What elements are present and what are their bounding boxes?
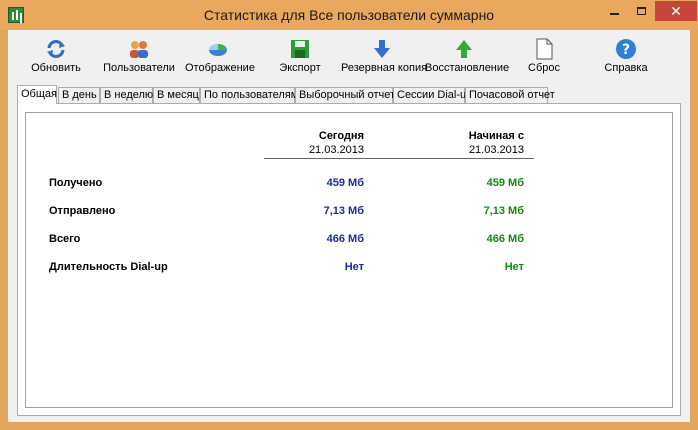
row-received-since: 459 Мб [486, 177, 524, 189]
arrow-up-icon [456, 40, 472, 58]
row-sent-since: 7,13 Мб [483, 205, 524, 217]
restore-label: Восстановление [425, 62, 510, 74]
app-window: Статистика для Все пользователи суммарно… [0, 0, 698, 430]
refresh-label: Обновить [31, 62, 81, 74]
column-today-title: Сегодня [318, 130, 364, 142]
tab-monthly[interactable]: В месяц [153, 87, 200, 103]
users-label: Пользователи [103, 62, 175, 74]
refresh-icon [47, 40, 65, 58]
stats-frame: Сегодня 21.03.2013 Начиная с 21.03.2013 … [25, 112, 673, 408]
client-area: Обновить Пользователи Отображение Экспор… [8, 30, 690, 422]
row-received-today: 459 Мб [326, 177, 364, 189]
tab-dialup-sessions[interactable]: Сессии Dial-up [393, 87, 472, 103]
maximize-icon [636, 7, 646, 15]
row-dialup-since: Нет [504, 261, 524, 273]
help-icon: ? [616, 39, 636, 59]
tab-weekly[interactable]: В неделю [100, 87, 153, 103]
row-sent-label: Отправлено [49, 205, 116, 217]
tab-panel-general: Сегодня 21.03.2013 Начиная с 21.03.2013 … [17, 103, 681, 416]
row-sent-today: 7,13 Мб [323, 205, 364, 217]
backup-button[interactable]: Резервная копия [341, 36, 428, 80]
floppy-disk-icon [291, 40, 309, 58]
tab-hourly-report[interactable]: Почасовой отчет [465, 87, 555, 103]
refresh-button[interactable]: Обновить [28, 36, 84, 80]
reset-button[interactable]: Сброс [524, 36, 564, 80]
row-dialup-today: Нет [344, 261, 364, 273]
column-today-date: 21.03.2013 [308, 144, 364, 156]
window-title: Статистика для Все пользователи суммарно [203, 7, 495, 23]
maximize-button[interactable] [628, 1, 654, 21]
blank-document-icon [536, 38, 553, 60]
row-dialup-label: Длительность Dial-up [49, 261, 168, 273]
close-icon: ✕ [670, 2, 682, 19]
display-button[interactable]: Отображение [185, 36, 255, 80]
minimize-icon [609, 13, 619, 15]
reset-label: Сброс [528, 62, 560, 74]
row-total-since: 466 Мб [486, 233, 524, 245]
header-divider [264, 158, 534, 159]
row-total-label: Всего [49, 233, 81, 245]
svg-text:?: ? [622, 42, 630, 58]
help-label: Справка [604, 62, 648, 74]
arrow-down-icon [374, 40, 390, 58]
close-button[interactable]: ✕ [655, 1, 697, 21]
row-received-label: Получено [49, 177, 103, 189]
toolbar: Обновить Пользователи Отображение Экспор… [8, 30, 690, 82]
minimize-button[interactable] [600, 1, 628, 21]
export-label: Экспорт [279, 62, 321, 74]
tab-general[interactable]: Общая [17, 85, 57, 104]
help-button[interactable]: ? Справка [602, 36, 650, 80]
column-since-date: 21.03.2013 [468, 144, 524, 156]
users-icon [130, 41, 148, 58]
backup-label: Резервная копия [341, 62, 428, 74]
tab-custom-report[interactable]: Выборочный отчет [295, 87, 395, 103]
export-button[interactable]: Экспорт [276, 36, 324, 80]
display-label: Отображение [185, 62, 255, 74]
tab-by-users[interactable]: По пользователям [200, 87, 298, 103]
tab-daily[interactable]: В день [58, 87, 100, 103]
row-total-today: 466 Мб [326, 233, 364, 245]
users-button[interactable]: Пользователи [102, 36, 176, 80]
restore-button[interactable]: Восстановление [425, 36, 510, 80]
pie-chart-icon [209, 44, 227, 56]
column-since-title: Начиная с [468, 130, 524, 142]
title-bar[interactable]: Статистика для Все пользователи суммарно… [0, 0, 698, 30]
